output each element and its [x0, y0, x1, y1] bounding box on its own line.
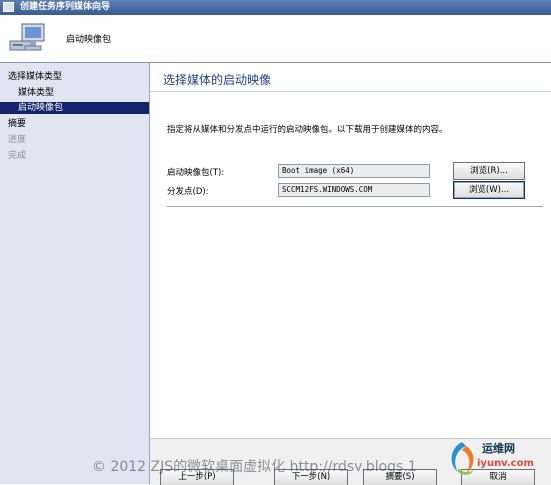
header-title: 启动映像包: [66, 35, 112, 45]
page-title: 选择媒体的启动映像: [163, 73, 272, 87]
title-divider: [150, 91, 551, 92]
wizard-content: 选择媒体的启动映像 指定将从媒体和分发点中运行的启动映像包。以下载用于创建媒体的…: [150, 63, 551, 484]
sidebar-item-label: 启动映像包: [18, 103, 64, 113]
browse-boot-image-button[interactable]: 浏览(R)...: [453, 162, 525, 180]
computer-icon: [9, 23, 45, 51]
title-bar: 创建任务序列媒体向导: [0, 0, 551, 15]
content-separator: [167, 206, 543, 208]
copyright-watermark: © 2012 ZJS的微软桌面虚拟化 http://rdsv.blogs.1: [92, 459, 417, 475]
sidebar-item-completion: 完成: [0, 150, 149, 162]
wizard-window-icon: [3, 2, 14, 12]
distribution-point-field[interactable]: SCCM12FS.WINDOWS.COM: [278, 183, 430, 197]
wizard-sidebar: 选择媒体类型 媒体类型 启动映像包 摘要 进度 完成: [0, 63, 150, 484]
logo-url: iyunv.com: [477, 458, 534, 469]
logo-text: 运维网: [482, 442, 515, 455]
sidebar-item-label: 进度: [8, 135, 27, 145]
sidebar-item-label: 选择媒体类型: [8, 72, 63, 82]
sidebar-item-media-type[interactable]: 媒体类型: [0, 87, 149, 99]
sidebar-item-boot-image[interactable]: 启动映像包: [0, 102, 149, 114]
sidebar-item-select-media-type[interactable]: 选择媒体类型: [0, 71, 149, 83]
wizard-header: 启动映像包: [0, 15, 551, 63]
site-logo: 运维网 iyunv.com: [442, 436, 548, 482]
sidebar-item-summary[interactable]: 摘要: [0, 118, 149, 130]
distribution-point-label: 分发点(D):: [167, 187, 209, 197]
sidebar-item-label: 完成: [8, 151, 27, 161]
sidebar-item-label: 摘要: [8, 119, 27, 129]
page-description: 指定将从媒体和分发点中运行的启动映像包。以下载用于创建媒体的内容。: [167, 125, 448, 135]
boot-image-field[interactable]: Boot image (x64): [278, 164, 430, 178]
sidebar-item-progress: 进度: [0, 134, 149, 146]
logo-swirl-icon: [451, 442, 474, 475]
window-title: 创建任务序列媒体向导: [20, 2, 111, 12]
boot-image-label: 启动映像包(T):: [167, 168, 225, 178]
sidebar-item-label: 媒体类型: [18, 88, 55, 98]
browse-distribution-point-button[interactable]: 浏览(W)...: [453, 181, 525, 199]
